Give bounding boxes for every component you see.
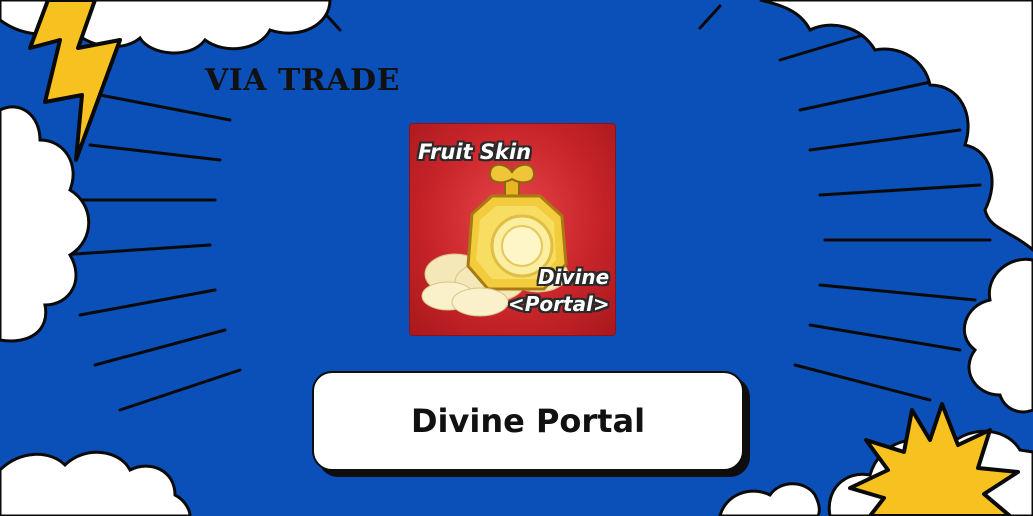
card-name-line1: Divine	[538, 265, 610, 289]
card-title: Fruit Skin	[418, 140, 532, 164]
card-name-line2: <Portal>	[508, 292, 610, 316]
item-name: Divine Portal	[410, 402, 646, 440]
item-card: Fruit Skin Divine <Portal>	[410, 124, 615, 335]
item-name-plate: Divine Portal	[312, 371, 744, 471]
headline: VIA TRADE	[205, 63, 400, 98]
